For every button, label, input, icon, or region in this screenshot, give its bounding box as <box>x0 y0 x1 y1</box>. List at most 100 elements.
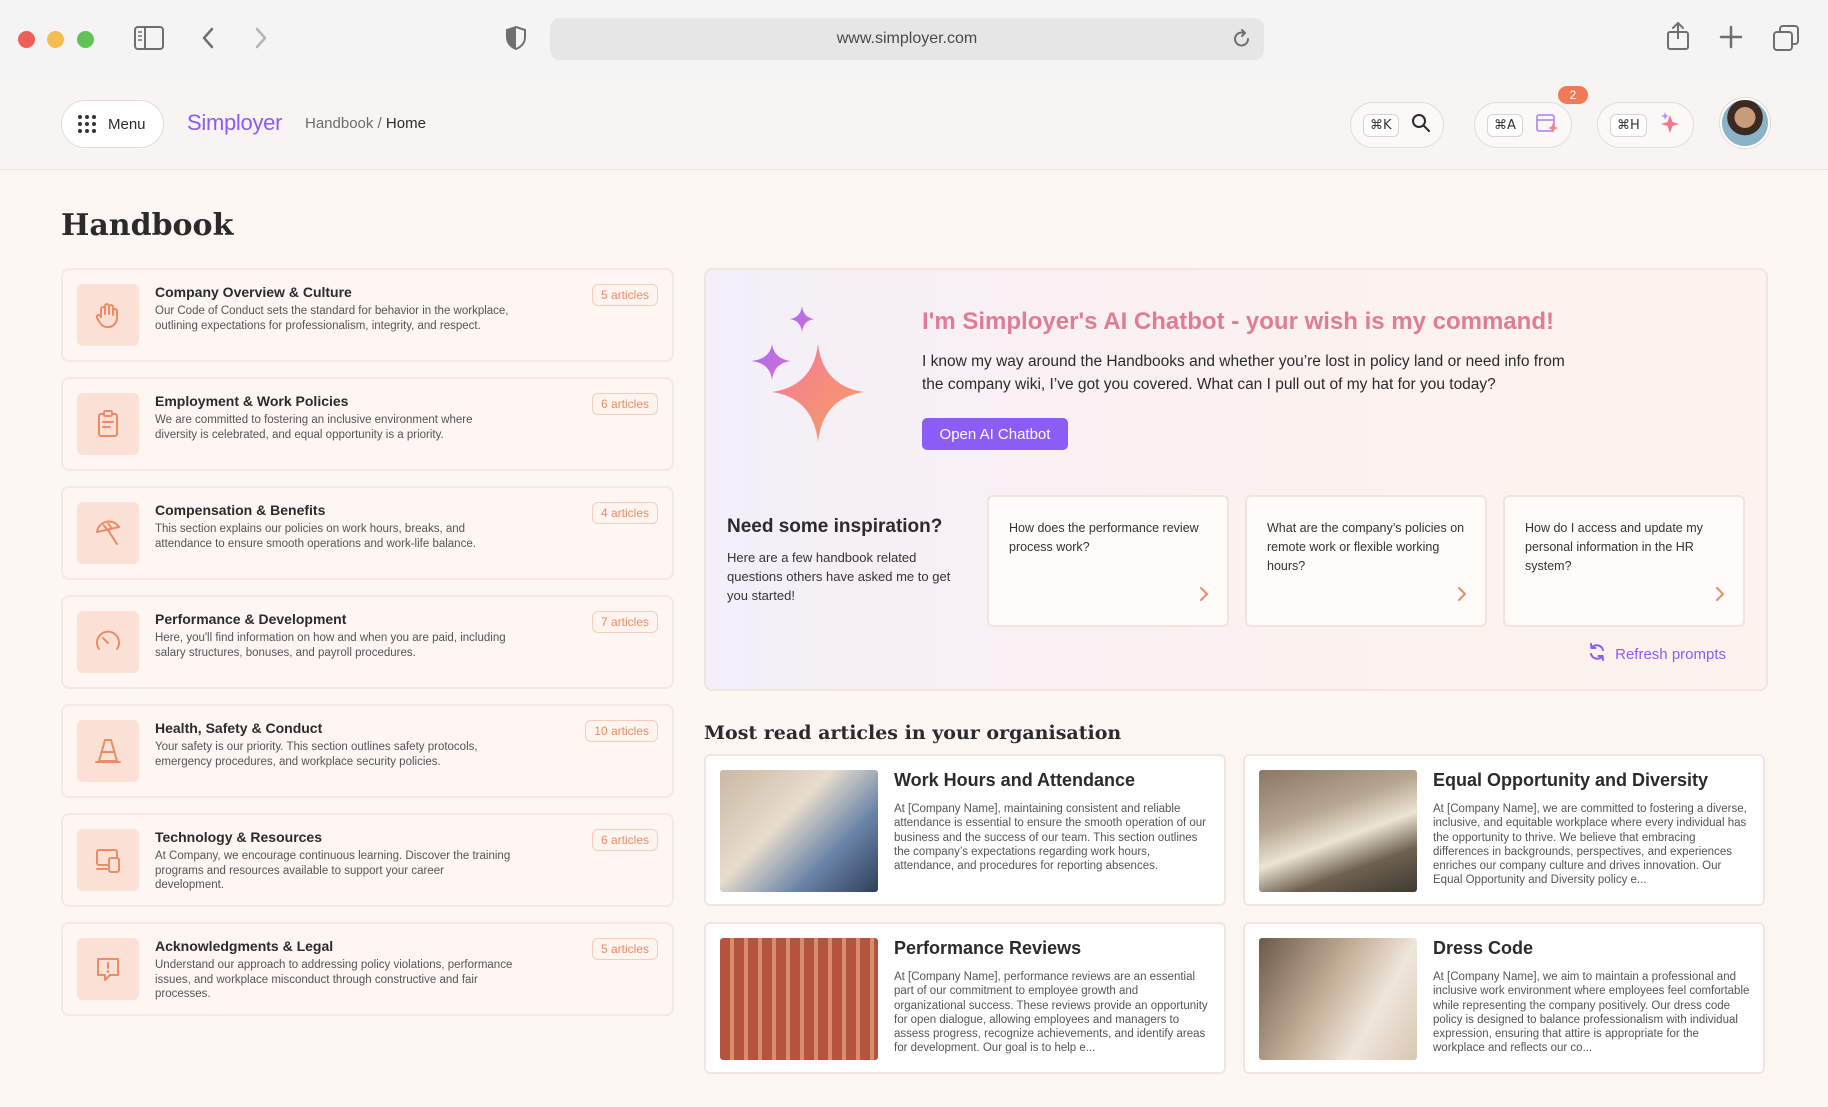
breadcrumb: Handbook / Home <box>305 115 426 132</box>
ai-chatbot-title: I'm Simployer's AI Chatbot - your wish i… <box>922 308 1554 335</box>
article-image <box>720 938 878 1060</box>
category-title: Employment & Work Policies <box>155 393 349 409</box>
category-card[interactable]: Company Overview & Culture Our Code of C… <box>61 268 674 362</box>
user-avatar[interactable] <box>1720 98 1770 148</box>
sparkle-icon <box>1659 111 1681 140</box>
page-title: Handbook <box>61 208 234 243</box>
gauge-icon <box>77 611 139 673</box>
category-description: Understand our approach to addressing po… <box>155 959 513 1000</box>
ai-shortcut: ⌘H <box>1610 113 1647 137</box>
menu-label: Menu <box>108 115 146 133</box>
refresh-prompts-label: Refresh prompts <box>1615 645 1726 663</box>
article-title: Dress Code <box>1433 938 1534 958</box>
url-text: www.simployer.com <box>836 30 978 47</box>
search-icon <box>1411 113 1431 138</box>
ai-sparkle-icon <box>746 304 876 459</box>
calendar-sparkle-icon <box>1535 112 1559 139</box>
article-card[interactable]: Performance Reviews At [Company Name], p… <box>704 922 1226 1074</box>
article-excerpt: At [Company Name], we are committed to f… <box>1433 803 1747 887</box>
breadcrumb-current: Home <box>385 115 426 132</box>
article-card[interactable]: Equal Opportunity and Diversity At [Comp… <box>1243 754 1765 906</box>
article-excerpt: At [Company Name], we aim to maintain a … <box>1433 971 1750 1055</box>
category-title: Performance & Development <box>155 611 347 627</box>
refresh-prompts-button[interactable]: Refresh prompts <box>1587 642 1726 666</box>
ai-chatbot-description: I know my way around the Handbooks and w… <box>922 353 1565 393</box>
article-title: Performance Reviews <box>894 938 1082 958</box>
article-count-badge: 6 articles <box>591 829 658 851</box>
prompt-text: How does the performance review process … <box>1009 521 1199 554</box>
category-card[interactable]: Acknowledgments & Legal Understand our a… <box>61 922 674 1016</box>
article-card[interactable]: Work Hours and Attendance At [Company Na… <box>704 754 1226 906</box>
browser-toolbar: www.simployer.com <box>0 0 1828 78</box>
prompt-card[interactable]: How do I access and update my personal i… <box>1503 495 1745 627</box>
simployer-logo[interactable]: Simployer <box>187 110 282 136</box>
category-description: Here, you'll find information on how and… <box>155 632 506 659</box>
close-window-button[interactable] <box>18 31 35 48</box>
new-tab-icon[interactable] <box>1719 25 1743 49</box>
alert-icon <box>77 938 139 1000</box>
chevron-right-icon <box>1715 586 1725 607</box>
tabs-icon[interactable] <box>1772 24 1800 52</box>
prompt-card[interactable]: How does the performance review process … <box>987 495 1229 627</box>
app-header: Menu Simployer Handbook / Home ⌘K ⌘A 2 ⌘… <box>0 78 1828 170</box>
category-card[interactable]: Health, Safety & Conduct Your safety is … <box>61 704 674 798</box>
back-icon[interactable] <box>200 26 216 50</box>
article-count-badge: 4 articles <box>591 502 658 524</box>
chevron-right-icon <box>1457 586 1467 607</box>
prompt-card[interactable]: What are the company’s policies on remot… <box>1245 495 1487 627</box>
search-shortcut: ⌘K <box>1363 113 1399 137</box>
grid-icon <box>78 115 96 133</box>
prompt-text: How do I access and update my personal i… <box>1525 521 1703 573</box>
ai-assistant-button[interactable]: ⌘H <box>1597 102 1694 148</box>
inspiration-title: Need some inspiration? <box>727 516 943 537</box>
most-read-heading: Most read articles in your organisation <box>704 722 1122 744</box>
article-title: Work Hours and Attendance <box>894 770 1136 790</box>
category-card[interactable]: Employment & Work Policies We are commit… <box>61 377 674 471</box>
article-excerpt: At [Company Name], maintaining consisten… <box>894 803 1206 873</box>
article-title: Equal Opportunity and Diversity <box>1433 770 1709 790</box>
category-title: Compensation & Benefits <box>155 502 326 518</box>
chevron-right-icon <box>1199 586 1209 607</box>
prompt-text: What are the company’s policies on remot… <box>1267 521 1465 573</box>
devices-icon <box>77 829 139 891</box>
article-card[interactable]: Dress Code At [Company Name], we aim to … <box>1243 922 1765 1074</box>
umbrella-icon <box>77 502 139 564</box>
category-card[interactable]: Technology & Resources At Company, we en… <box>61 813 674 907</box>
sidebar-icon[interactable] <box>134 26 164 50</box>
share-icon[interactable] <box>1665 21 1691 51</box>
article-count-badge: 5 articles <box>591 938 658 960</box>
menu-button[interactable]: Menu <box>61 100 164 148</box>
article-count-badge: 7 articles <box>591 611 658 633</box>
refresh-icon <box>1587 642 1607 666</box>
reload-icon[interactable] <box>1232 28 1252 55</box>
forward-icon[interactable] <box>253 26 269 50</box>
category-title: Technology & Resources <box>155 829 323 845</box>
cone-icon <box>77 720 139 782</box>
hand-icon <box>77 284 139 346</box>
category-description: At Company, we encourage continuous lear… <box>155 850 511 891</box>
category-title: Company Overview & Culture <box>155 284 352 300</box>
category-description: Our Code of Conduct sets the standard fo… <box>155 305 509 332</box>
category-title: Acknowledgments & Legal <box>155 938 334 954</box>
category-description: We are committed to fostering an inclusi… <box>155 414 473 441</box>
category-title: Health, Safety & Conduct <box>155 720 323 736</box>
inspiration-text: Here are a few handbook related question… <box>727 550 951 603</box>
article-count-badge: 5 articles <box>591 284 658 306</box>
breadcrumb-parent[interactable]: Handbook / <box>305 115 382 132</box>
article-image <box>1259 938 1417 1060</box>
minimize-window-button[interactable] <box>47 31 64 48</box>
zoom-window-button[interactable] <box>77 31 94 48</box>
address-bar[interactable]: www.simployer.com <box>550 18 1264 60</box>
ai-chatbot-panel: I'm Simployer's AI Chatbot - your wish i… <box>704 268 1768 691</box>
category-description: Your safety is our priority. This sectio… <box>155 741 478 768</box>
article-count-badge: 6 articles <box>591 393 658 415</box>
category-card[interactable]: Performance & Development Here, you'll f… <box>61 595 674 689</box>
apps-shortcut: ⌘A <box>1487 113 1523 137</box>
shield-icon[interactable] <box>504 25 528 51</box>
article-image <box>1259 770 1417 892</box>
apps-button[interactable]: ⌘A <box>1474 102 1572 148</box>
open-ai-chatbot-button[interactable]: Open AI Chatbot <box>922 418 1068 450</box>
article-image <box>720 770 878 892</box>
search-button[interactable]: ⌘K <box>1350 102 1444 148</box>
category-card[interactable]: Compensation & Benefits This section exp… <box>61 486 674 580</box>
